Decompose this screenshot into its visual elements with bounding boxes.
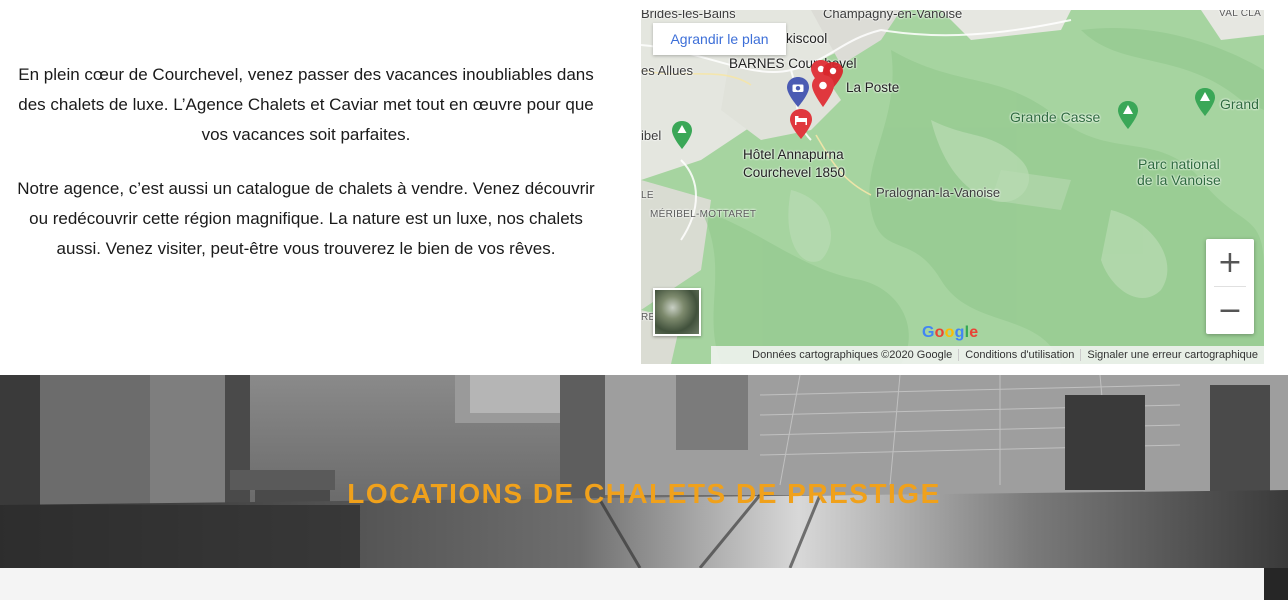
map-label-mottaret: MÉRIBEL-MOTTARET — [650, 209, 757, 220]
mountain-pin-icon[interactable] — [1117, 100, 1139, 130]
map-terms-link[interactable]: Conditions d'utilisation — [958, 349, 1080, 361]
map-label-parc-1: Parc national — [1138, 156, 1220, 172]
map-data-credit: Données cartographiques ©2020 Google — [752, 349, 953, 361]
satellite-toggle-thumbnail[interactable] — [653, 288, 701, 336]
map-label-annapurna-1: Hôtel Annapurna — [743, 147, 844, 162]
hero-title: LOCATIONS DE CHALETS DE PRESTIGE — [347, 478, 941, 509]
camera-pin-icon[interactable] — [786, 76, 810, 108]
map-label-parc-2: de la Vanoise — [1137, 172, 1221, 188]
intro-section: En plein cœur de Courchevel, venez passe… — [0, 60, 612, 288]
map-label-champagny: Champagny-en-Vanoise — [823, 10, 963, 21]
google-logo: Google — [922, 324, 978, 342]
google-logo-letter: g — [954, 324, 965, 341]
hero-background-image — [0, 375, 1288, 568]
enlarge-map-button[interactable]: Agrandir le plan — [653, 23, 786, 55]
map-label-annapurna-2: Courchevel 1850 — [743, 165, 846, 180]
intro-paragraph-2: Notre agence, c’est aussi un catalogue d… — [17, 179, 595, 258]
intro-paragraph-1: En plein cœur de Courchevel, venez passe… — [18, 65, 594, 144]
mountain-pin-icon[interactable] — [1194, 87, 1216, 117]
google-logo-letter: o — [944, 324, 955, 341]
map-label-brides: Brides-les-Bains — [641, 10, 736, 21]
google-logo-letter: o — [934, 324, 945, 341]
zoom-in-button[interactable]: + — [1206, 239, 1254, 286]
google-logo-letter: G — [922, 324, 935, 341]
map-label-grandecasse: Grande Casse — [1010, 109, 1101, 125]
map-label-meribel: ibel — [641, 128, 662, 143]
hero-banner: LOCATIONS DE CHALETS DE PRESTIGE — [0, 375, 1288, 568]
page-edge-strip — [1264, 568, 1288, 600]
map-label-skiscool: kiscool — [786, 31, 828, 46]
google-logo-letter: e — [969, 324, 979, 341]
map-report-error-link[interactable]: Signaler une erreur cartographique — [1080, 349, 1264, 361]
hotel-pin-icon[interactable] — [789, 108, 813, 140]
zoom-controls: + − — [1206, 239, 1254, 334]
map-label-le: LE — [641, 190, 654, 201]
zoom-out-button[interactable]: − — [1206, 287, 1254, 334]
park-pin-icon[interactable] — [671, 120, 693, 150]
map-label-allues: es Allues — [641, 63, 694, 78]
map-label-parc: Parc national de la Vanoise — [1137, 156, 1221, 188]
map-label-laposte: La Poste — [846, 80, 900, 95]
map-footer: Données cartographiques ©2020 Google Con… — [711, 346, 1264, 364]
map-label-valcla: VAL CLA — [1219, 10, 1262, 19]
marker-pin-icon[interactable] — [811, 74, 835, 108]
embedded-map[interactable]: Agrandir le plan Brides-les-Bains Champa… — [641, 10, 1264, 364]
content-panel — [0, 568, 1264, 600]
map-label-pralognan: Pralognan-la-Vanoise — [876, 185, 1001, 200]
map-label-grand: Grand — [1220, 96, 1259, 112]
